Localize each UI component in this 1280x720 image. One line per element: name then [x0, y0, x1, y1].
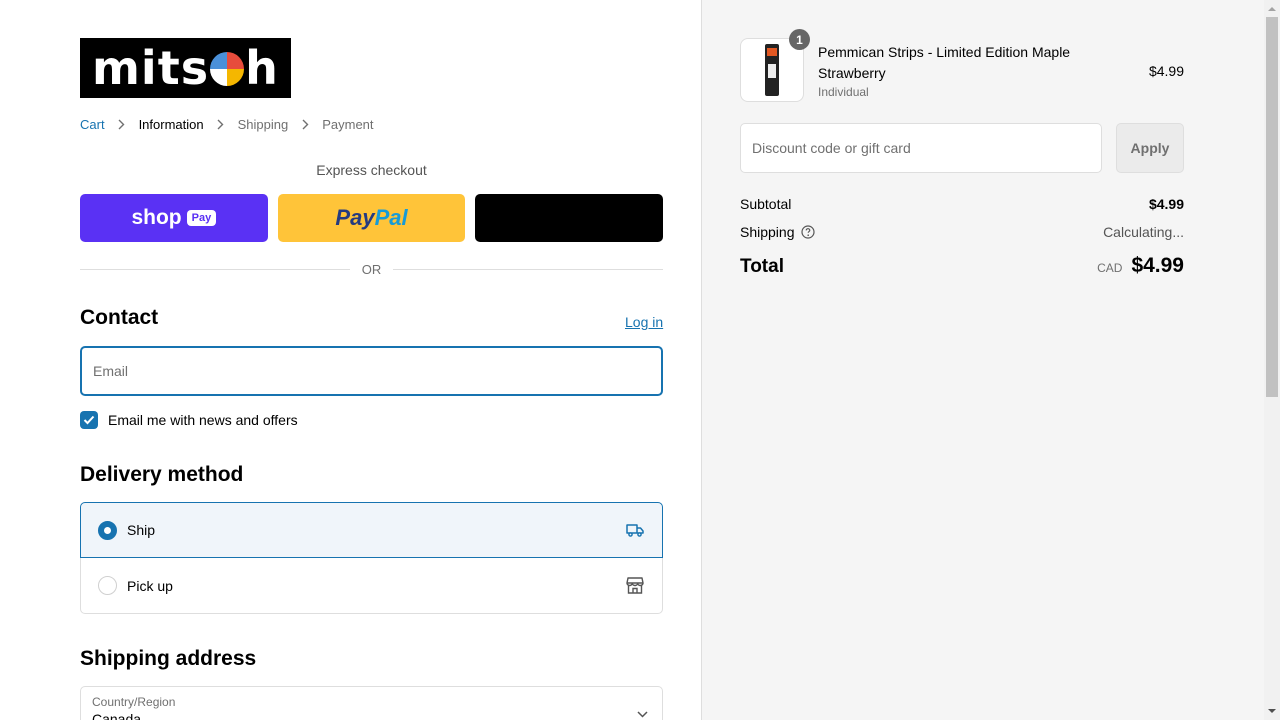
- shipping-address-heading: Shipping address: [80, 647, 257, 670]
- scrollbar-thumb[interactable]: [1266, 17, 1278, 397]
- chevron-right-icon: [300, 119, 310, 130]
- quantity-badge: 1: [789, 29, 810, 50]
- shipping-row: Shipping Calculating...: [740, 224, 1184, 240]
- total-value: $4.99: [1131, 254, 1184, 277]
- delivery-option-label: Pick up: [127, 577, 173, 594]
- truck-icon: [626, 523, 644, 537]
- express-checkout-buttons: shop Pay Pay Pal: [80, 194, 664, 242]
- express-pay-button[interactable]: [475, 194, 664, 242]
- login-link[interactable]: Log in: [625, 314, 663, 330]
- newsletter-checkbox[interactable]: [80, 411, 98, 429]
- country-value: Canada: [92, 711, 142, 720]
- shop-pay-pill: Pay: [186, 210, 217, 226]
- subtotal-row: Subtotal $4.99: [740, 196, 1184, 212]
- product-info: Pemmican Strips - Limited Edition Maple …: [818, 38, 1118, 102]
- email-input[interactable]: [80, 346, 663, 396]
- express-checkout-title: Express checkout: [316, 162, 427, 178]
- scroll-down-arrow-icon[interactable]: [1264, 703, 1280, 720]
- ship-radio[interactable]: [98, 520, 117, 540]
- product-name: Pemmican Strips - Limited Edition Maple …: [818, 44, 1071, 81]
- delivery-method-group: Ship Pick up: [80, 502, 663, 614]
- paypal-label-left: Pay: [335, 205, 375, 230]
- checkmark-icon: [83, 415, 95, 425]
- newsletter-option[interactable]: Email me with news and offers: [80, 411, 298, 429]
- chevron-right-icon: [117, 119, 127, 130]
- or-label: OR: [361, 262, 382, 277]
- breadcrumb-cart[interactable]: Cart: [80, 117, 105, 132]
- paypal-label-right: Pal: [374, 205, 408, 230]
- logo-text-left: mits: [92, 41, 210, 95]
- shop-pay-button[interactable]: shop Pay: [80, 194, 268, 242]
- total-currency: CAD: [1097, 261, 1123, 275]
- order-summary: 1 Pemmican Strips - Limited Edition Mapl…: [702, 0, 1264, 720]
- divider-line: [80, 269, 350, 270]
- total-label: Total: [740, 256, 784, 277]
- country-select[interactable]: Country/Region Canada: [80, 686, 663, 720]
- product-price: $4.99: [1148, 63, 1184, 79]
- logo-mark-icon: [210, 52, 245, 86]
- chevron-right-icon: [216, 119, 226, 130]
- shipping-label: Shipping: [740, 224, 795, 240]
- breadcrumb: Cart Information Shipping Payment: [80, 117, 374, 132]
- subtotal-label: Subtotal: [740, 196, 792, 212]
- help-circle-icon[interactable]: [800, 225, 815, 239]
- shop-pay-label: shop: [131, 206, 182, 229]
- breadcrumb-information: Information: [138, 117, 204, 132]
- delivery-option-ship[interactable]: Ship: [80, 502, 663, 558]
- pickup-radio[interactable]: [98, 576, 117, 595]
- paypal-button[interactable]: Pay Pal: [277, 194, 466, 242]
- scroll-up-arrow-icon[interactable]: [1264, 0, 1280, 17]
- breadcrumb-shipping: Shipping: [237, 117, 289, 132]
- divider-line: [393, 269, 663, 270]
- product-image: [765, 44, 779, 96]
- contact-heading: Contact: [80, 306, 159, 329]
- breadcrumb-payment: Payment: [322, 117, 374, 132]
- product-thumbnail: 1: [740, 29, 810, 102]
- logo-text-right: h: [245, 41, 279, 95]
- newsletter-label: Email me with news and offers: [108, 412, 298, 428]
- chevron-down-icon: [637, 705, 648, 720]
- delivery-option-pickup[interactable]: Pick up: [80, 558, 663, 614]
- country-label: Country/Region: [92, 695, 176, 709]
- shipping-value: Calculating...: [1103, 224, 1184, 240]
- product-variant: Individual: [818, 85, 869, 99]
- store-icon: [626, 577, 644, 594]
- checkout-main: mits h Cart Information Shipping Payment …: [0, 0, 702, 720]
- subtotal-value: $4.99: [1148, 196, 1184, 212]
- delivery-heading: Delivery method: [80, 463, 244, 486]
- total-row: Total CAD $4.99: [740, 254, 1184, 278]
- page-scrollbar[interactable]: [1264, 0, 1280, 720]
- or-divider: OR: [80, 262, 663, 277]
- discount-code-input[interactable]: [740, 123, 1102, 173]
- store-logo[interactable]: mits h: [80, 38, 291, 98]
- order-line-item: 1 Pemmican Strips - Limited Edition Mapl…: [740, 29, 1184, 102]
- apply-discount-button[interactable]: Apply: [1116, 123, 1184, 173]
- logo-wordmark: mits h: [92, 45, 279, 91]
- delivery-option-label: Ship: [127, 522, 156, 538]
